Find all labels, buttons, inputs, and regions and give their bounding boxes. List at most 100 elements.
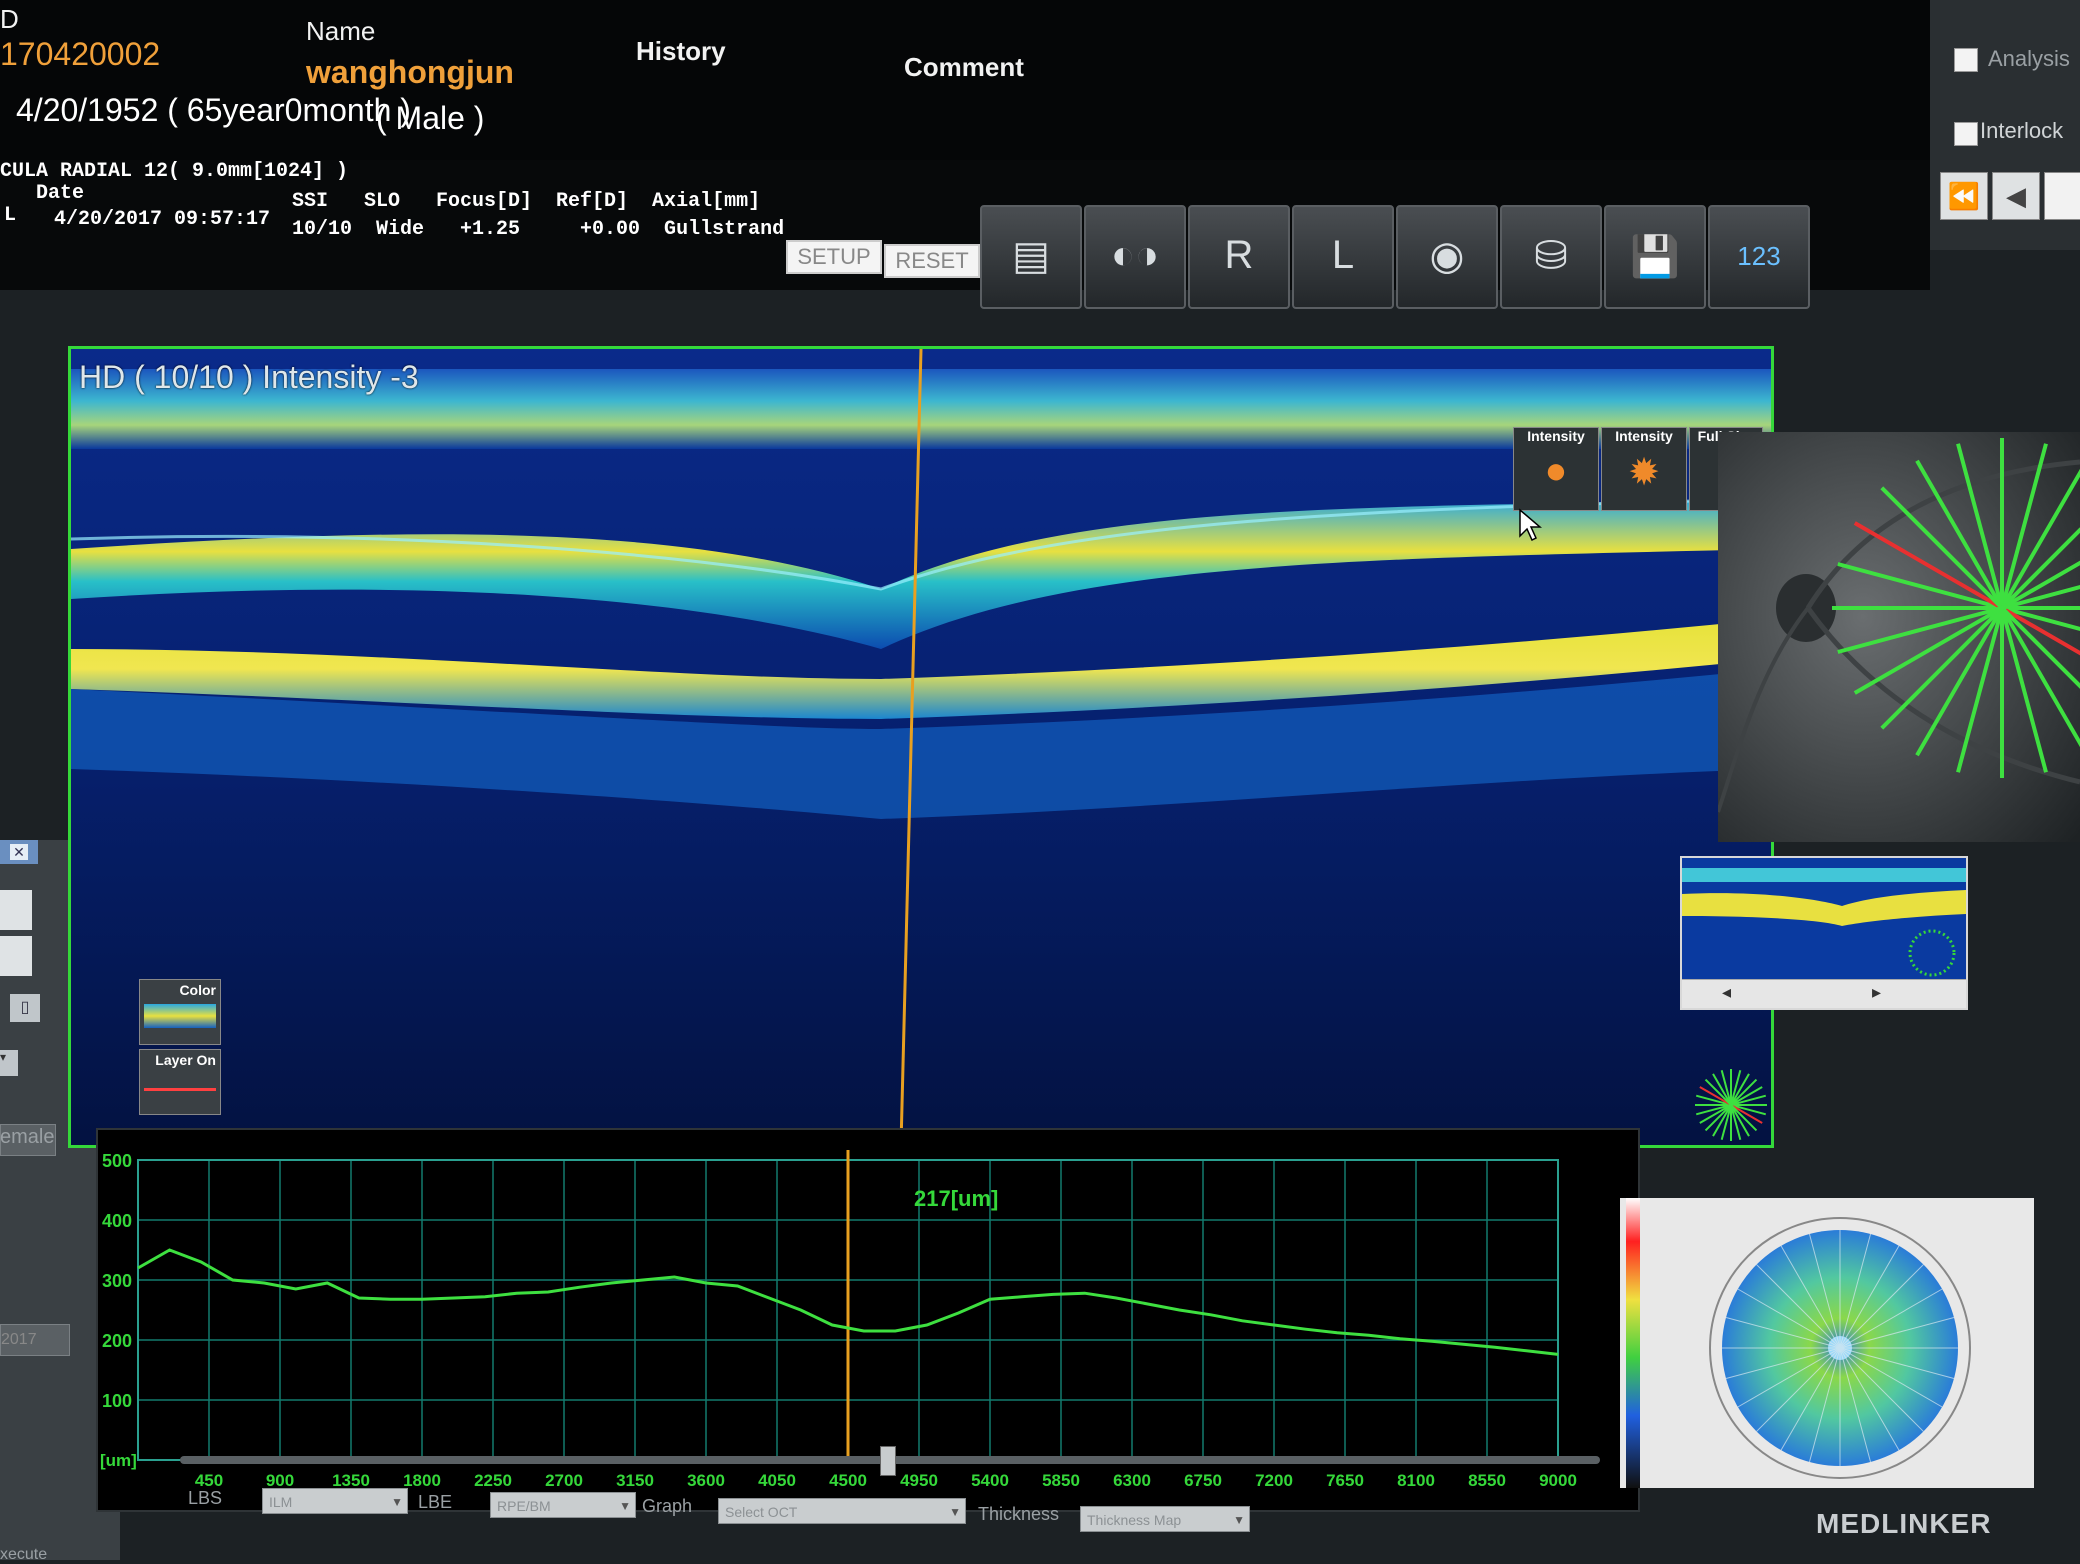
layer-label: Layer On xyxy=(155,1052,216,1068)
intensity-down-button[interactable]: Intensity ● xyxy=(1513,427,1599,511)
y-tick-label: 100 xyxy=(102,1391,132,1411)
interlock-label: Interlock xyxy=(1980,118,2064,143)
setup-button[interactable]: SETUP xyxy=(786,240,882,274)
y-tick-label: 200 xyxy=(102,1331,132,1351)
lbs-value: ILM xyxy=(269,1494,293,1510)
patient-header: D 170420002 Name wanghongjun 4/20/1952 (… xyxy=(0,0,1930,164)
thickness-map[interactable] xyxy=(1620,1198,2034,1488)
intensity-label: Intensity xyxy=(1527,428,1585,444)
patient-id: 170420002 xyxy=(0,36,161,72)
thickness-value: Thickness Map xyxy=(1087,1512,1182,1528)
y-unit-label: [um] xyxy=(100,1451,137,1470)
capture-button[interactable]: ◉ xyxy=(1396,205,1498,309)
thickness-dropdown[interactable]: Thickness Map ▼ xyxy=(1080,1506,1250,1532)
bottom-controls: LBS ILM ▼ LBE RPE/BM ▼ Graph Select OCT ▼ T… xyxy=(150,1472,1650,1552)
sex-label: emale xyxy=(0,1126,55,1148)
date-label: Date xyxy=(36,182,85,205)
color-preview-icon xyxy=(144,1004,216,1028)
left-eye-button[interactable]: L xyxy=(1292,205,1394,309)
color-label: Color xyxy=(179,982,216,998)
layer-line-icon xyxy=(144,1088,216,1091)
analysis-label: Analysis xyxy=(1988,46,2070,71)
chevron-down-icon[interactable]: ▾ xyxy=(0,1050,18,1076)
back-icon[interactable]: ◀ xyxy=(1992,172,2040,220)
bulb-dim-icon: ● xyxy=(1544,450,1568,492)
scan-values: 10/10 Wide +1.25 +0.00 Gullstrand xyxy=(292,218,785,241)
id-label: D xyxy=(0,4,19,34)
color-button[interactable]: Color xyxy=(139,979,221,1045)
thumbnail-scan xyxy=(1682,858,1966,980)
patient-name: wanghongjun xyxy=(306,54,514,90)
oct-title: HD ( 10/10 ) Intensity -3 xyxy=(79,359,419,395)
fundus-scan-pattern xyxy=(1716,432,2080,842)
graph-label: Graph xyxy=(642,1496,693,1516)
both-eyes-button[interactable]: ◐◑ xyxy=(1084,205,1186,309)
floppy-icon: 💾 xyxy=(1630,235,1680,279)
cursor-readout: 217[um] xyxy=(914,1186,999,1211)
data-list-button[interactable]: 123 xyxy=(1708,205,1810,309)
left-eye-icon: L xyxy=(1331,233,1355,277)
watermark-logo: MEDLINKER xyxy=(1816,1508,1992,1539)
camera-icon: ◉ xyxy=(1429,234,1465,278)
lbe-label: LBE xyxy=(418,1492,453,1512)
y-tick-label: 400 xyxy=(102,1211,132,1231)
right-eye-button[interactable]: R xyxy=(1188,205,1290,309)
execute-label: xecute xyxy=(0,1546,48,1563)
chevron-down-icon: ▼ xyxy=(391,1495,403,1509)
eye-side: L xyxy=(4,204,17,227)
export-icon: ⛁ xyxy=(1534,234,1568,278)
save-button[interactable]: 💾 xyxy=(1604,205,1706,309)
thickness-line-chart: 500400300200100[um]450 900 1350 1800 2250 270… xyxy=(100,1150,1577,1490)
scan-columns: SSI SLO Focus[D] Ref[D] Axial[mm] xyxy=(292,190,761,213)
radial-scan-icon xyxy=(1695,1069,1767,1141)
graph-dropdown[interactable]: Select OCT ▼ xyxy=(718,1498,966,1524)
color-scale-bar xyxy=(1626,1198,1640,1488)
interlock-checkbox[interactable] xyxy=(1954,122,1978,146)
chevron-down-icon: ▼ xyxy=(619,1499,631,1513)
analysis-checkbox[interactable] xyxy=(1954,48,1978,72)
side-field-1[interactable] xyxy=(0,890,32,930)
right-eye-icon: R xyxy=(1224,233,1254,277)
lbe-dropdown[interactable]: RPE/BM ▼ xyxy=(490,1492,636,1518)
toolbar: ▤ ◐◑ R L ◉ ⛁ 💾 123 xyxy=(980,205,1820,315)
lbe-value: RPE/BM xyxy=(497,1498,551,1514)
mouse-cursor-icon xyxy=(1518,508,1543,547)
name-label: Name xyxy=(306,16,376,46)
oct-bscan-image[interactable]: HD ( 10/10 ) Intensity -3 Intensity ● In… xyxy=(68,346,1774,1148)
history-label: History xyxy=(636,36,726,66)
reset-button[interactable]: RESET xyxy=(884,244,980,278)
thumb-next-icon[interactable]: ▸ xyxy=(1872,982,1881,1003)
scan-date: 4/20/2017 09:57:17 xyxy=(54,208,271,231)
year-field[interactable]: 2017 xyxy=(0,1324,70,1356)
chevron-down-icon: ▼ xyxy=(949,1505,961,1519)
patient-sex: ( Male ) xyxy=(376,100,485,136)
graph-value: Select OCT xyxy=(725,1504,798,1520)
export-button[interactable]: ⛁ xyxy=(1500,205,1602,309)
fundus-image[interactable] xyxy=(1716,432,2080,842)
thumb-prev-icon[interactable]: ◂ xyxy=(1722,982,1731,1003)
layer-button[interactable]: Layer On xyxy=(139,1049,221,1115)
frame-field[interactable] xyxy=(2044,172,2080,220)
book-icon[interactable]: ▯ xyxy=(10,994,40,1022)
comment-label: Comment xyxy=(904,52,1024,82)
numbers-icon: 123 xyxy=(1737,241,1781,271)
report-print-button[interactable]: ▤ xyxy=(980,205,1082,309)
etdrs-thickness-map xyxy=(1626,1198,1971,1488)
patient-dob: 4/20/1952 ( 65year0month ) xyxy=(16,92,411,128)
lbs-label: LBS xyxy=(188,1488,223,1508)
bscan-thumbnail[interactable]: ◂ ▸ xyxy=(1680,856,1968,1010)
thickness-graph[interactable]: 500 400 300 200 100 [um] 450 900 1350 1800 2250 270… xyxy=(96,1128,1640,1512)
thickness-label: Thickness xyxy=(978,1504,1060,1524)
bulb-bright-icon: ✹ xyxy=(1628,452,1660,494)
lbs-dropdown[interactable]: ILM ▼ xyxy=(262,1488,408,1514)
scan-protocol: CULA RADIAL 12( 9.0mm[1024] ) xyxy=(0,160,349,183)
chevron-down-icon: ▼ xyxy=(1233,1513,1245,1527)
intensity-up-button[interactable]: Intensity ✹ xyxy=(1601,427,1687,511)
intensity-label: Intensity xyxy=(1615,428,1673,444)
report-icon: ▤ xyxy=(1012,234,1050,278)
side-field-2[interactable] xyxy=(0,936,32,976)
rewind-icon[interactable]: ⏪ xyxy=(1940,172,1988,220)
close-icon[interactable]: ✕ xyxy=(10,844,28,860)
both-eyes-icon: ◐◑ xyxy=(1110,233,1160,277)
thumbnail-nav: ◂ ▸ xyxy=(1682,979,1966,1008)
